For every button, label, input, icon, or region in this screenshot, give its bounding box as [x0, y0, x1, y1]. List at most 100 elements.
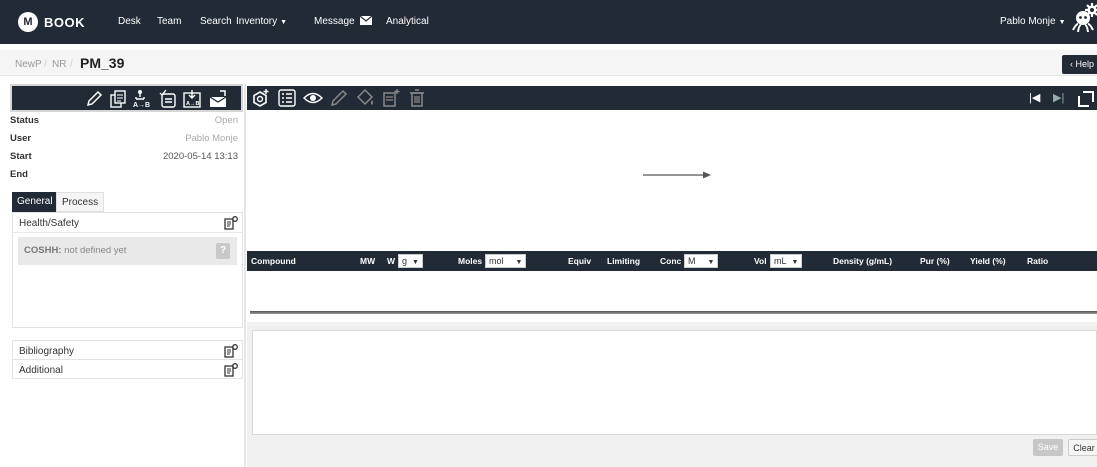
bibliography-row[interactable]: Bibliography [12, 340, 243, 360]
col-conc: Conc [660, 256, 682, 266]
nav-message[interactable]: Message [314, 15, 373, 27]
nav-search[interactable]: Search [200, 16, 232, 27]
vol-unit-select[interactable]: mL ▼ [770, 254, 803, 268]
breadcrumb-separator: / [44, 59, 47, 70]
end-row: End [10, 169, 243, 183]
conc-unit-select[interactable]: M ▼ [684, 254, 719, 268]
start-label: Start [10, 151, 32, 162]
status-value: Open [214, 115, 238, 126]
user-name: Pablo Monje [1000, 16, 1056, 27]
brand[interactable]: M BOOK [18, 12, 85, 32]
col-compound: Compound [251, 256, 296, 266]
nav-inventory-label: Inventory [236, 16, 278, 27]
table-bottom-divider [250, 311, 1097, 314]
trash-icon[interactable] [407, 88, 427, 108]
vol-unit-value: mL [774, 256, 787, 266]
gear-icon[interactable] [1085, 3, 1097, 17]
paint-bucket-icon[interactable] [355, 88, 375, 108]
tab-process[interactable]: Process [56, 192, 105, 212]
caret-down-icon: ▼ [1058, 19, 1066, 26]
start-row: Start 2020-05-14 13:13 [10, 151, 243, 165]
coshh-value: not defined yet [64, 245, 127, 256]
col-yield: Yield (%) [970, 256, 1006, 266]
checklist-icon[interactable] [158, 89, 178, 109]
pencil-icon[interactable] [329, 88, 349, 108]
envelope-icon [359, 15, 373, 25]
last-icon[interactable]: ▶| [1053, 91, 1064, 104]
end-label: End [10, 169, 28, 180]
import-a-b-icon[interactable]: A→B [182, 89, 202, 109]
health-safety-section: Health/Safety COSHH: not defined yet ? [12, 212, 243, 328]
add-settings-icon[interactable] [251, 88, 271, 108]
nav-message-label: Message [314, 16, 355, 27]
caret-down-icon: ▼ [280, 19, 288, 26]
additional-row[interactable]: Additional [12, 359, 243, 379]
breadcrumb: NewP / NR / PM_39 [0, 50, 1097, 76]
reaction-arrow-icon [643, 171, 711, 179]
top-navbar: M BOOK Desk Team Search Inventory ▼ Messa… [0, 0, 1097, 44]
caret-down-icon: ▼ [791, 259, 799, 266]
caret-down-icon: ▼ [515, 259, 523, 266]
col-mw: MW [360, 256, 376, 266]
panel-divider[interactable] [244, 84, 246, 467]
health-safety-header[interactable]: Health/Safety [13, 213, 242, 233]
user-label: User [10, 133, 32, 144]
breadcrumb-item-newp[interactable]: NewP [15, 59, 42, 70]
col-density: Density (g/mL) [833, 256, 893, 266]
moles-unit-select[interactable]: mol ▼ [485, 254, 527, 268]
eye-icon[interactable] [303, 88, 323, 108]
col-ratio: Ratio [1027, 256, 1049, 266]
nav-desk[interactable]: Desk [118, 16, 141, 27]
document-settings-icon[interactable] [224, 363, 238, 377]
question-icon[interactable]: ? [216, 243, 230, 259]
save-button[interactable]: Save [1033, 439, 1063, 456]
left-panel: A→B A→B Status Open User Pablo Monje Sta… [10, 84, 243, 467]
page-title: PM_39 [80, 55, 125, 71]
nav-inventory[interactable]: Inventory ▼ [236, 16, 287, 27]
nav-team[interactable]: Team [157, 16, 181, 27]
right-toolbar: |◀ ▶| [247, 86, 1097, 110]
pencil-icon[interactable] [84, 89, 104, 109]
col-moles: Moles [458, 256, 483, 266]
col-vol: Vol [754, 256, 767, 266]
svg-text:A→B: A→B [133, 102, 150, 109]
caret-down-icon: ▼ [412, 259, 419, 266]
status-label: Status [10, 115, 40, 126]
expand-icon[interactable] [1075, 88, 1097, 110]
col-pur: Pur (%) [920, 256, 950, 266]
notes-editor[interactable] [252, 330, 1097, 435]
user-row: User Pablo Monje [10, 133, 243, 147]
health-safety-label: Health/Safety [19, 218, 80, 229]
document-settings-icon[interactable] [224, 344, 238, 358]
list-icon[interactable] [277, 88, 297, 108]
add-file-icon[interactable] [381, 88, 401, 108]
document-settings-icon[interactable] [224, 216, 238, 230]
w-unit-value: g [402, 256, 408, 266]
moles-unit-value: mol [489, 256, 504, 266]
reaction-a-b-icon[interactable]: A→B [132, 89, 152, 109]
nav-analytical[interactable]: Analytical [386, 16, 429, 27]
user-menu[interactable]: Pablo Monje ▼ [1000, 16, 1066, 27]
inbox-icon[interactable] [208, 89, 228, 109]
clear-button[interactable]: Clear [1068, 439, 1097, 456]
col-w: W [387, 256, 396, 266]
tab-general[interactable]: General [12, 192, 58, 212]
breadcrumb-item-nr[interactable]: NR [52, 59, 66, 70]
left-toolbar: A→B A→B [10, 84, 243, 112]
brand-logo-icon: M [18, 12, 38, 32]
coshh-box: COSHH: not defined yet ? [18, 237, 237, 265]
start-value: 2020-05-14 13:13 [162, 151, 238, 162]
additional-label: Additional [19, 365, 63, 376]
brand-text: BOOK [44, 14, 85, 30]
stoichiometry-table-header: Compound MW W g ▼ Moles mol ▼ Equiv Limiti… [247, 251, 1097, 271]
svg-text:A→B: A→B [186, 101, 199, 107]
breadcrumb-separator: / [70, 59, 73, 70]
first-icon[interactable]: |◀ [1029, 91, 1040, 104]
w-unit-select[interactable]: g ▼ [398, 254, 423, 268]
col-equiv: Equiv [568, 256, 592, 266]
copy-icon[interactable] [108, 89, 128, 109]
coshh-label: COSHH: [24, 245, 62, 256]
col-limiting: Limiting [607, 256, 641, 266]
help-button[interactable]: ‹ Help [1062, 55, 1097, 74]
help-label: Help [1075, 59, 1095, 69]
